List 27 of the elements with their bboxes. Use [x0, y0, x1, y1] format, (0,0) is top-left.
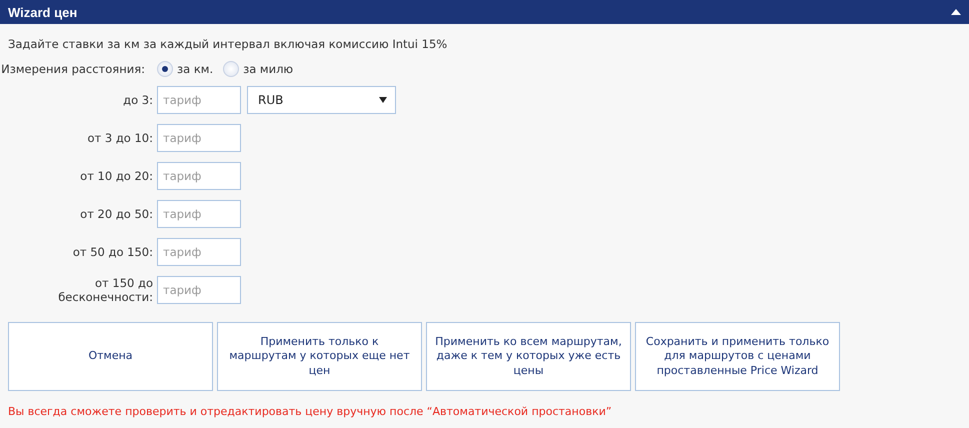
action-button[interactable]: Сохранить и применить только для маршрутов с ценами проставленные Price Wizard [635, 322, 840, 391]
interval-label: от 20 до 50: [79, 207, 154, 221]
action-button[interactable]: Отмена [8, 322, 213, 391]
action-button[interactable]: Применить только к маршрутам у которых еще нет цен [217, 322, 422, 391]
interval-label: от 50 до 150: [72, 245, 154, 259]
interval-label: от 3 до 10: [86, 131, 154, 145]
radio-label[interactable]: за км. [177, 62, 214, 76]
radio-label[interactable]: за милю [243, 62, 294, 76]
rate-input[interactable]: тариф [157, 238, 241, 266]
rate-input[interactable]: тариф [157, 124, 241, 152]
interval-label: до 3: [122, 93, 154, 107]
currency-dropdown[interactable]: RUB [247, 86, 396, 114]
radio-button[interactable] [223, 61, 240, 77]
action-button[interactable]: Применить ко всем маршрутам, даже к тем у которых уже есть цены [426, 322, 631, 391]
panel-title: Wizard цен [8, 4, 78, 20]
distance-label: Измерения расстояния: [0, 62, 146, 76]
notice-text: Вы всегда сможете проверить и отредактировать цену вручную после “Автоматической простановки” [8, 405, 613, 418]
rate-input[interactable]: тариф [157, 276, 241, 304]
instruction-text: Задайте ставки за км за каждый интервал включая комиссию Intui 15% [8, 37, 448, 51]
dropdown-arrow-icon [379, 97, 387, 103]
collapse-icon[interactable] [951, 9, 961, 15]
interval-label: от 150 до бесконечности: [57, 276, 154, 304]
interval-label: от 10 до 20: [79, 169, 154, 183]
rate-input[interactable]: тариф [157, 162, 241, 190]
rate-input[interactable]: тариф [157, 200, 241, 228]
radio-button[interactable] [157, 61, 173, 77]
rate-input[interactable]: тариф [157, 86, 241, 114]
